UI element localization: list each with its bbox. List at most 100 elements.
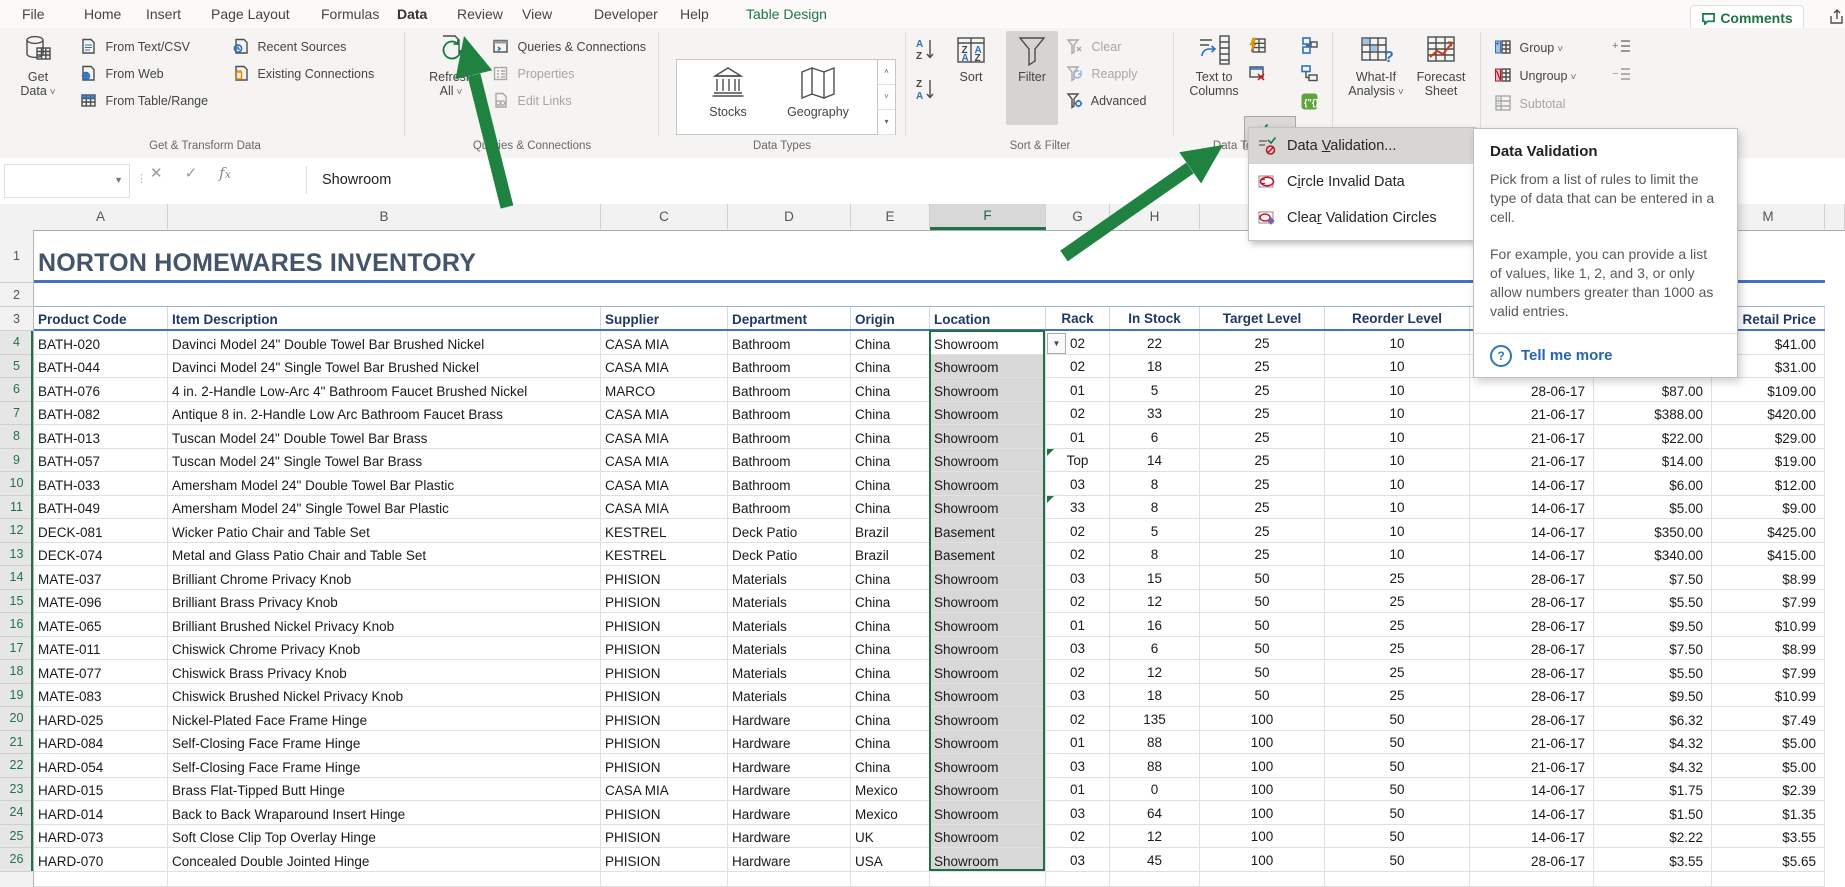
menu-item-circle-invalid-data[interactable]: Circle Invalid Data — [1249, 164, 1475, 200]
cell-H24[interactable]: 64 — [1110, 801, 1200, 825]
cell-E11[interactable]: China — [851, 496, 930, 520]
cell-I24[interactable]: 100 — [1200, 801, 1325, 825]
cell-C20[interactable]: PHISION — [601, 707, 728, 731]
cell-E16[interactable]: China — [851, 613, 930, 637]
cell-D23[interactable]: Hardware — [728, 778, 851, 802]
hide-detail-button[interactable]: − — [1612, 66, 1640, 90]
cell-D11[interactable]: Bathroom — [728, 496, 851, 520]
row-header-2[interactable]: 2 — [0, 283, 34, 307]
row-header-8[interactable]: 8 — [0, 425, 34, 449]
cell-I15[interactable]: 50 — [1200, 590, 1325, 614]
cell-K13[interactable]: 14-06-17 — [1470, 543, 1594, 567]
row-header-19[interactable]: 19 — [0, 684, 34, 708]
name-box-caret-icon[interactable]: ▼ — [114, 175, 123, 185]
cell-M14[interactable]: $8.99 — [1712, 566, 1825, 590]
cell-I10[interactable]: 25 — [1200, 472, 1325, 496]
subtotal-button[interactable]: ++ Subtotal — [1494, 94, 1565, 118]
cell-A16[interactable]: MATE-065 — [34, 613, 168, 637]
cell-J17[interactable]: 25 — [1325, 637, 1470, 661]
cell-K22[interactable]: 21-06-17 — [1470, 754, 1594, 778]
cell-L26[interactable]: $3.55 — [1594, 848, 1712, 872]
cell-C22[interactable]: PHISION — [601, 754, 728, 778]
cell-M25[interactable]: $3.55 — [1712, 825, 1825, 849]
cell-B26[interactable]: Concealed Double Jointed Hinge — [168, 848, 601, 872]
cell-F22[interactable]: Showroom — [930, 754, 1046, 778]
cell-L6[interactable]: $87.00 — [1594, 378, 1712, 402]
cell-M18[interactable]: $7.99 — [1712, 660, 1825, 684]
cell-I18[interactable]: 50 — [1200, 660, 1325, 684]
cell-C26[interactable]: PHISION — [601, 848, 728, 872]
cell-K10[interactable]: 14-06-17 — [1470, 472, 1594, 496]
row-header-9[interactable]: 9 — [0, 449, 34, 473]
cell-G8[interactable]: 01 — [1046, 425, 1110, 449]
cell-A21[interactable]: HARD-084 — [34, 731, 168, 755]
row-header-11[interactable]: 11 — [0, 496, 34, 520]
formula-input[interactable]: Showroom — [322, 164, 391, 196]
row-header-6[interactable]: 6 — [0, 378, 34, 402]
cell-F9[interactable]: Showroom — [930, 449, 1046, 473]
cell-I13[interactable]: 25 — [1200, 543, 1325, 567]
flash-fill-button[interactable] — [1248, 36, 1272, 60]
cell-G9[interactable]: Top — [1046, 449, 1110, 473]
cell-M17[interactable]: $8.99 — [1712, 637, 1825, 661]
enter-icon[interactable]: ✓ — [185, 165, 198, 182]
cell-J19[interactable]: 25 — [1325, 684, 1470, 708]
cell-K19[interactable]: 28-06-17 — [1470, 684, 1594, 708]
cell-H17[interactable]: 6 — [1110, 637, 1200, 661]
column-title-cell[interactable]: Reorder Level — [1325, 307, 1470, 329]
cell-H22[interactable]: 88 — [1110, 754, 1200, 778]
cell-I21[interactable]: 100 — [1200, 731, 1325, 755]
cell-F19[interactable]: Showroom — [930, 684, 1046, 708]
cell-L9[interactable]: $14.00 — [1594, 449, 1712, 473]
cell-M11[interactable]: $9.00 — [1712, 496, 1825, 520]
cell-B15[interactable]: Brilliant Brass Privacy Knob — [168, 590, 601, 614]
sort-button[interactable]: ZAAZ Sort — [948, 31, 994, 125]
cell-G11[interactable]: 33 — [1046, 496, 1110, 520]
cell-M26[interactable]: $5.65 — [1712, 848, 1825, 872]
cell-H15[interactable]: 12 — [1110, 590, 1200, 614]
cell-H16[interactable]: 16 — [1110, 613, 1200, 637]
cell-I7[interactable]: 25 — [1200, 402, 1325, 426]
tab-table-design[interactable]: Table Design — [742, 0, 831, 28]
cell-J16[interactable]: 25 — [1325, 613, 1470, 637]
cell-K23[interactable]: 14-06-17 — [1470, 778, 1594, 802]
tab-help[interactable]: Help — [676, 0, 713, 28]
clear-filter-button[interactable]: Clear — [1066, 38, 1121, 62]
cell-B13[interactable]: Metal and Glass Patio Chair and Table Se… — [168, 543, 601, 567]
row-header-23[interactable]: 23 — [0, 778, 34, 802]
data-types-gallery-scroll[interactable]: ˄ ˅ ▾ — [878, 59, 896, 135]
tab-home[interactable]: Home — [80, 0, 125, 28]
cell-G14[interactable]: 03 — [1046, 566, 1110, 590]
cell-E18[interactable]: China — [851, 660, 930, 684]
cell-E13[interactable]: Brazil — [851, 543, 930, 567]
cell-B11[interactable]: Amersham Model 24" Single Towel Bar Plas… — [168, 496, 601, 520]
cell-C14[interactable]: PHISION — [601, 566, 728, 590]
insert-function-icon[interactable]: fx — [219, 164, 253, 182]
cell-J22[interactable]: 50 — [1325, 754, 1470, 778]
cell-H6[interactable]: 5 — [1110, 378, 1200, 402]
cell-C8[interactable]: CASA MIA — [601, 425, 728, 449]
cell-M8[interactable]: $29.00 — [1712, 425, 1825, 449]
recent-sources-button[interactable]: Recent Sources — [232, 38, 346, 62]
cell-D16[interactable]: Materials — [728, 613, 851, 637]
column-header-E[interactable]: E — [851, 204, 930, 229]
cell-F13[interactable]: Basement — [930, 543, 1046, 567]
cell-I19[interactable]: 50 — [1200, 684, 1325, 708]
cell-A18[interactable]: MATE-077 — [34, 660, 168, 684]
cell-L8[interactable]: $22.00 — [1594, 425, 1712, 449]
cell-H13[interactable]: 8 — [1110, 543, 1200, 567]
cell-B10[interactable]: Amersham Model 24" Double Towel Bar Plas… — [168, 472, 601, 496]
cell-A13[interactable]: DECK-074 — [34, 543, 168, 567]
cell-D6[interactable]: Bathroom — [728, 378, 851, 402]
cell-B8[interactable]: Tuscan Model 24" Double Towel Bar Brass — [168, 425, 601, 449]
edit-links-button[interactable]: Edit Links — [492, 92, 572, 116]
ungroup-button[interactable]: Ungroup˅ — [1494, 66, 1576, 90]
cell-J12[interactable]: 10 — [1325, 519, 1470, 543]
row-header-26[interactable]: 26 — [0, 848, 34, 872]
cell-M6[interactable]: $109.00 — [1712, 378, 1825, 402]
tab-view[interactable]: View — [518, 0, 556, 28]
cell-J9[interactable]: 10 — [1325, 449, 1470, 473]
row-header-1[interactable]: 1 — [0, 230, 34, 283]
cell-I6[interactable]: 25 — [1200, 378, 1325, 402]
cell-H12[interactable]: 5 — [1110, 519, 1200, 543]
